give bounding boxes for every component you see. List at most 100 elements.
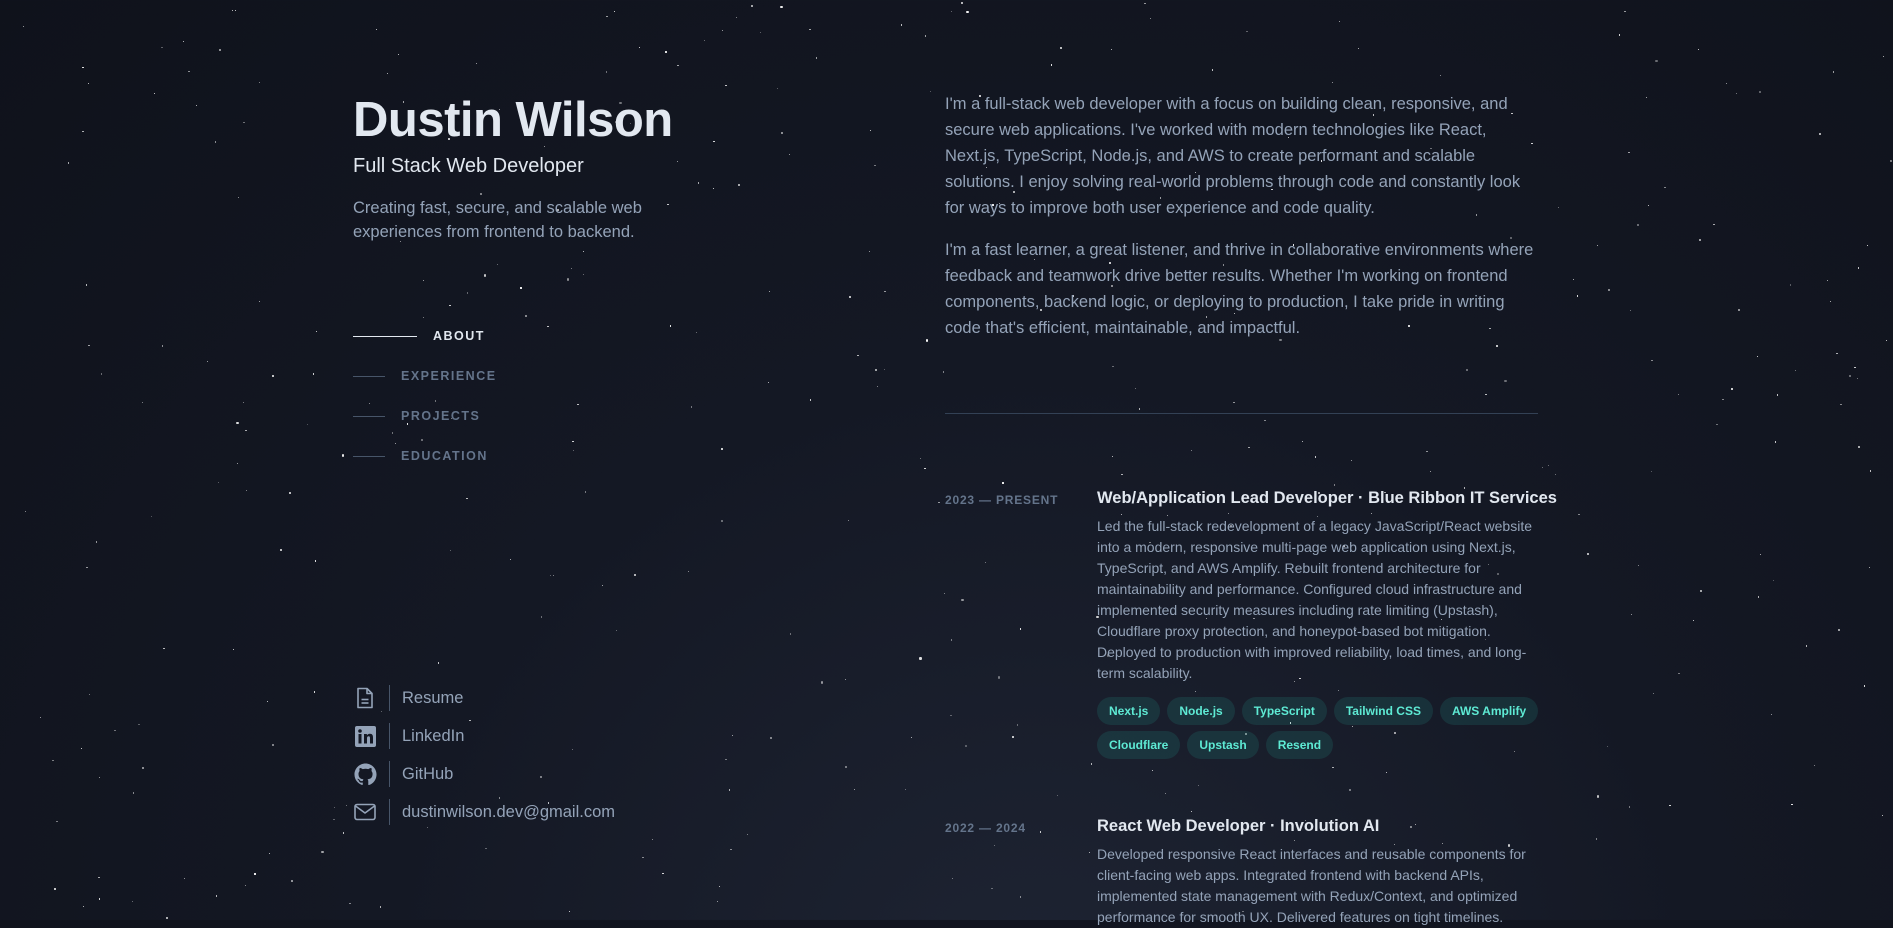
star-dot xyxy=(306,423,309,425)
star-dot xyxy=(141,402,143,404)
star-dot xyxy=(219,49,221,51)
star-dot xyxy=(1578,513,1580,515)
star-dot xyxy=(243,401,245,403)
star-dot xyxy=(86,566,88,569)
star-dot xyxy=(1629,310,1632,312)
star-dot xyxy=(776,88,779,90)
nav-indicator-line xyxy=(353,415,385,417)
star-dot xyxy=(206,360,209,363)
linkedin-link-label: LinkedIn xyxy=(402,726,465,745)
experience-body: Web/Application Lead Developer · Blue Ri… xyxy=(1097,489,1557,759)
star-dot xyxy=(1669,805,1671,807)
star-dot xyxy=(1814,765,1816,767)
star-dot xyxy=(1731,388,1733,390)
star-dot xyxy=(1630,613,1633,616)
star-dot xyxy=(98,898,101,900)
star-dot xyxy=(236,463,238,465)
star-dot xyxy=(232,648,234,650)
star-dot xyxy=(905,789,907,791)
star-dot xyxy=(1756,355,1759,358)
star-dot xyxy=(919,657,922,660)
star-dot xyxy=(163,647,165,649)
star-dot xyxy=(1645,96,1647,99)
star-dot xyxy=(942,371,944,373)
experience-body: React Web Developer · Involution AI Deve… xyxy=(1097,817,1540,928)
star-dot xyxy=(1596,245,1599,247)
star-dot xyxy=(182,40,185,43)
linkedin-icon xyxy=(353,724,377,748)
star-dot xyxy=(1651,359,1653,362)
star-dot xyxy=(235,9,237,11)
star-dot xyxy=(67,162,69,164)
nav-item-projects[interactable]: PROJECTS xyxy=(353,396,497,436)
resume-link[interactable]: Resume xyxy=(353,679,615,717)
nav-item-label: PROJECTS xyxy=(401,409,481,423)
star-dot xyxy=(1541,467,1543,469)
linkedin-link[interactable]: LinkedIn xyxy=(353,717,615,755)
star-dot xyxy=(1629,806,1631,808)
star-dot xyxy=(166,916,169,920)
star-dot xyxy=(23,25,25,27)
star-dot xyxy=(1735,92,1738,94)
star-dot xyxy=(884,290,886,293)
nav-item-education[interactable]: EDUCATION xyxy=(353,436,497,476)
star-dot xyxy=(1586,552,1589,555)
star-dot xyxy=(1628,152,1630,154)
star-dot xyxy=(236,422,239,425)
section-nav: ABOUT EXPERIENCE PROJECTS EDUCATION xyxy=(353,316,497,476)
star-dot xyxy=(52,759,54,762)
nav-indicator-line xyxy=(353,455,385,457)
star-dot xyxy=(788,154,790,156)
star-dot xyxy=(237,196,239,199)
star-dot xyxy=(1722,399,1724,401)
star-dot xyxy=(1856,377,1859,379)
star-dot xyxy=(876,385,879,387)
github-link-label: GitHub xyxy=(402,764,454,783)
star-dot xyxy=(810,399,812,401)
sidebar: Dustin Wilson Full Stack Web Developer C… xyxy=(353,0,773,920)
email-link[interactable]: dustinwilson.dev@gmail.com xyxy=(353,793,615,831)
nav-item-experience[interactable]: EXPERIENCE xyxy=(353,356,497,396)
star-dot xyxy=(900,24,903,26)
star-dot xyxy=(1759,553,1761,556)
star-dot xyxy=(272,744,274,746)
star-dot xyxy=(95,541,97,543)
star-dot xyxy=(1805,645,1808,647)
star-dot xyxy=(1774,441,1777,443)
star-dot xyxy=(98,876,100,878)
link-separator xyxy=(389,799,390,825)
star-dot xyxy=(780,5,783,8)
star-dot xyxy=(1577,295,1579,297)
star-dot xyxy=(87,82,90,85)
experience-title: React Web Developer · Involution AI xyxy=(1097,817,1380,835)
star-dot xyxy=(39,716,42,718)
tech-tag: Upstash xyxy=(1187,731,1259,759)
nav-item-about[interactable]: ABOUT xyxy=(353,316,497,356)
job-title-subheading: Full Stack Web Developer xyxy=(353,155,584,177)
star-dot xyxy=(162,345,164,347)
star-dot xyxy=(150,516,152,518)
star-dot xyxy=(1889,159,1892,162)
star-dot xyxy=(1677,393,1680,395)
star-dot xyxy=(1858,446,1860,448)
star-dot xyxy=(857,354,859,356)
star-dot xyxy=(114,729,116,731)
star-dot xyxy=(844,765,847,769)
star-dot xyxy=(1836,352,1838,354)
star-dot xyxy=(848,520,850,522)
star-dot xyxy=(1713,223,1715,226)
section-divider xyxy=(945,413,1538,414)
star-dot xyxy=(217,481,220,484)
star-dot xyxy=(1699,589,1702,592)
star-dot xyxy=(920,457,922,459)
star-dot xyxy=(272,374,275,378)
github-link[interactable]: GitHub xyxy=(353,755,615,793)
star-dot xyxy=(790,633,792,635)
star-dot xyxy=(1697,48,1700,51)
tech-tag: Next.js xyxy=(1097,697,1161,725)
star-dot xyxy=(1866,244,1869,247)
tech-tag: Tailwind CSS xyxy=(1333,697,1433,725)
star-dot xyxy=(1607,288,1610,291)
about-paragraph: I'm a full-stack web developer with a fo… xyxy=(945,95,1521,217)
star-dot xyxy=(929,90,931,93)
